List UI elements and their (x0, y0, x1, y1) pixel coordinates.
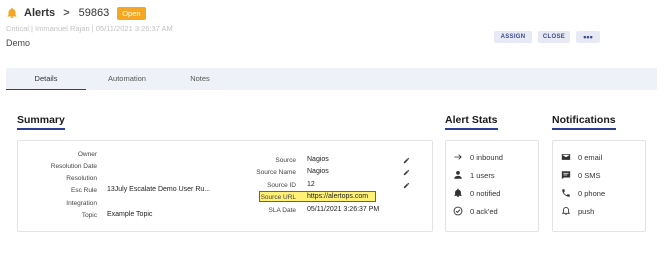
topic-value: Example Topic (107, 211, 153, 218)
tab-notes[interactable]: Notes (160, 68, 240, 90)
resolution-date-label: Resolution Date (50, 163, 97, 170)
notifications-title: Notifications (552, 114, 616, 130)
notif-phone: 0 phone (561, 188, 605, 198)
assign-button[interactable]: ASSIGN (494, 31, 532, 43)
notif-phone-text: 0 phone (578, 188, 606, 198)
bell-icon (7, 7, 17, 18)
source-value: Nagios (307, 156, 329, 163)
stat-notified-text: 0 notified (470, 188, 501, 198)
alert-id: 59863 (78, 7, 110, 19)
source-id-label: Source ID (267, 182, 296, 189)
source-url-label: Source URL (260, 194, 296, 201)
tab-bar: Details Automation Notes (6, 68, 657, 90)
alert-description: Demo (6, 38, 31, 48)
breadcrumb-separator: > (63, 7, 70, 19)
sla-date-label: SLA Date (268, 207, 296, 214)
notif-sms-text: 0 SMS (578, 170, 601, 180)
alert-stats-title: Alert Stats (445, 114, 498, 130)
source-name-value: Nagios (307, 168, 329, 175)
alert-meta: Critical | Immanuel Rajan | 05/11/2021 3… (6, 24, 173, 33)
message-icon (561, 170, 571, 180)
esc-rule-label: Esc Rule (70, 187, 97, 194)
source-id-value: 12 (307, 181, 315, 188)
stat-inbound-text: 0 inbound (470, 152, 503, 162)
stat-acked: 0 ack'ed (453, 206, 498, 216)
notif-email: 0 email (561, 152, 602, 162)
stat-inbound: 0 inbound (453, 152, 503, 162)
more-options-button[interactable]: ••• (576, 31, 600, 43)
envelope-icon (561, 152, 571, 162)
breadcrumb: Alerts > 59863 Open (6, 5, 146, 21)
bell-icon (453, 188, 463, 198)
source-label: Source (275, 157, 296, 164)
source-name-label: Source Name (256, 169, 296, 176)
check-circle-icon (453, 206, 463, 216)
stat-acked-text: 0 ack'ed (470, 206, 498, 216)
esc-rule-value: 13July Escalate Demo User Ru... (107, 186, 211, 193)
stat-notified: 0 notified (453, 188, 500, 198)
notif-sms: 0 SMS (561, 170, 601, 180)
sla-date-value: 05/11/2021 3:26:37 PM (307, 206, 380, 213)
notif-email-text: 0 email (578, 152, 603, 162)
notif-push: push (561, 206, 594, 216)
edit-source-id-pencil-icon[interactable] (403, 182, 410, 189)
integration-label: Integration (66, 200, 97, 207)
status-badge: Open (117, 6, 146, 20)
notif-push-text: push (578, 206, 595, 216)
action-bar: ASSIGN CLOSE ••• (494, 31, 600, 43)
tab-automation[interactable]: Automation (87, 68, 167, 90)
arrow-right-icon (453, 152, 463, 162)
breadcrumb-alerts-link[interactable]: Alerts (24, 7, 55, 19)
resolution-label: Resolution (66, 175, 97, 182)
owner-label: Owner (77, 151, 97, 158)
phone-icon (561, 188, 571, 198)
summary-title: Summary (17, 114, 65, 130)
tab-details[interactable]: Details (6, 68, 86, 90)
edit-source-name-pencil-icon[interactable] (403, 169, 410, 176)
stat-users-text: 1 users (470, 170, 495, 180)
source-url-link[interactable]: https://alertops.com (307, 193, 368, 200)
bell-outline-icon (561, 206, 571, 216)
stat-users: 1 users (453, 170, 495, 180)
topic-label: Topic (81, 212, 97, 219)
close-button[interactable]: CLOSE (538, 31, 570, 43)
user-icon (453, 170, 463, 180)
edit-source-pencil-icon[interactable] (403, 157, 410, 164)
